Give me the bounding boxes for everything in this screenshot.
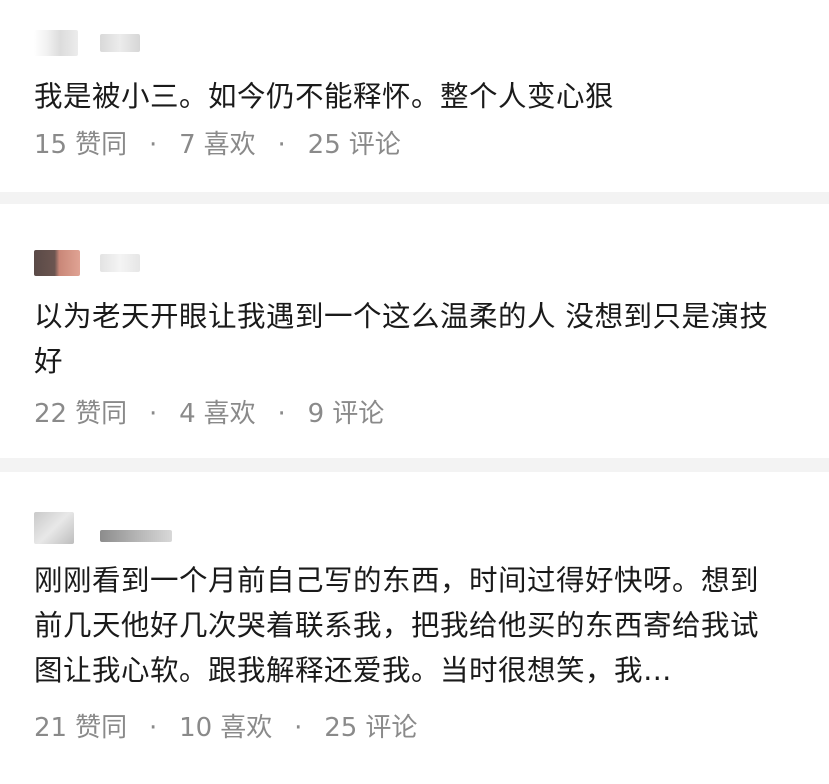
- like-count[interactable]: 22 赞同: [34, 399, 127, 429]
- favorite-count[interactable]: 7 喜欢: [179, 130, 256, 160]
- comment-text: 以为老天开眼让我遇到一个这么温柔的人 没想到只是演技好: [34, 300, 769, 378]
- separator: ·: [148, 713, 158, 743]
- separator: ·: [277, 399, 286, 429]
- reply-count[interactable]: 25 评论: [308, 130, 401, 160]
- divider: [0, 458, 829, 472]
- favorite-count[interactable]: 4 喜欢: [179, 399, 256, 429]
- separator: ·: [148, 130, 158, 160]
- favorite-count[interactable]: 10 喜欢: [179, 713, 272, 743]
- username-blurred[interactable]: [100, 34, 140, 52]
- separator: ·: [148, 399, 158, 429]
- avatar[interactable]: [34, 250, 80, 276]
- comment-text: 刚刚看到一个月前自己写的东西，时间过得好快呀。想到前几天他好几次哭着联系我，把我…: [34, 564, 760, 687]
- comment-feed: 我是被小三。如今仍不能释怀。整个人变心狠 15 赞同 · 7 喜欢 · 25 评论 以为老天开…: [0, 0, 829, 784]
- comment-stats: 21 赞同 · 10 喜欢 · 25 评论: [34, 712, 417, 744]
- comment-card[interactable]: 刚刚看到一个月前自己写的东西，时间过得好快呀。想到前几天他好几次哭着联系我，把我…: [0, 472, 829, 784]
- username-blurred[interactable]: [100, 254, 140, 272]
- comment-text: 我是被小三。如今仍不能释怀。整个人变心狠: [34, 80, 615, 113]
- comment-stats: 22 赞同 · 4 喜欢 · 9 评论: [34, 398, 384, 430]
- separator: ·: [277, 130, 286, 160]
- like-count[interactable]: 21 赞同: [34, 713, 127, 743]
- separator: ·: [294, 713, 303, 743]
- username-blurred[interactable]: [100, 530, 172, 542]
- comment-stats: 15 赞同 · 7 喜欢 · 25 评论: [34, 129, 401, 161]
- avatar[interactable]: [34, 512, 74, 544]
- divider: [0, 192, 829, 204]
- like-count[interactable]: 15 赞同: [34, 130, 127, 160]
- avatar[interactable]: [34, 30, 78, 56]
- comment-card[interactable]: 以为老天开眼让我遇到一个这么温柔的人 没想到只是演技好 22 赞同 · 4 喜欢 · 9 评论: [0, 204, 829, 458]
- comment-card[interactable]: 我是被小三。如今仍不能释怀。整个人变心狠 15 赞同 · 7 喜欢 · 25 评论: [0, 0, 829, 192]
- reply-count[interactable]: 25 评论: [324, 713, 417, 743]
- reply-count[interactable]: 9 评论: [308, 399, 385, 429]
